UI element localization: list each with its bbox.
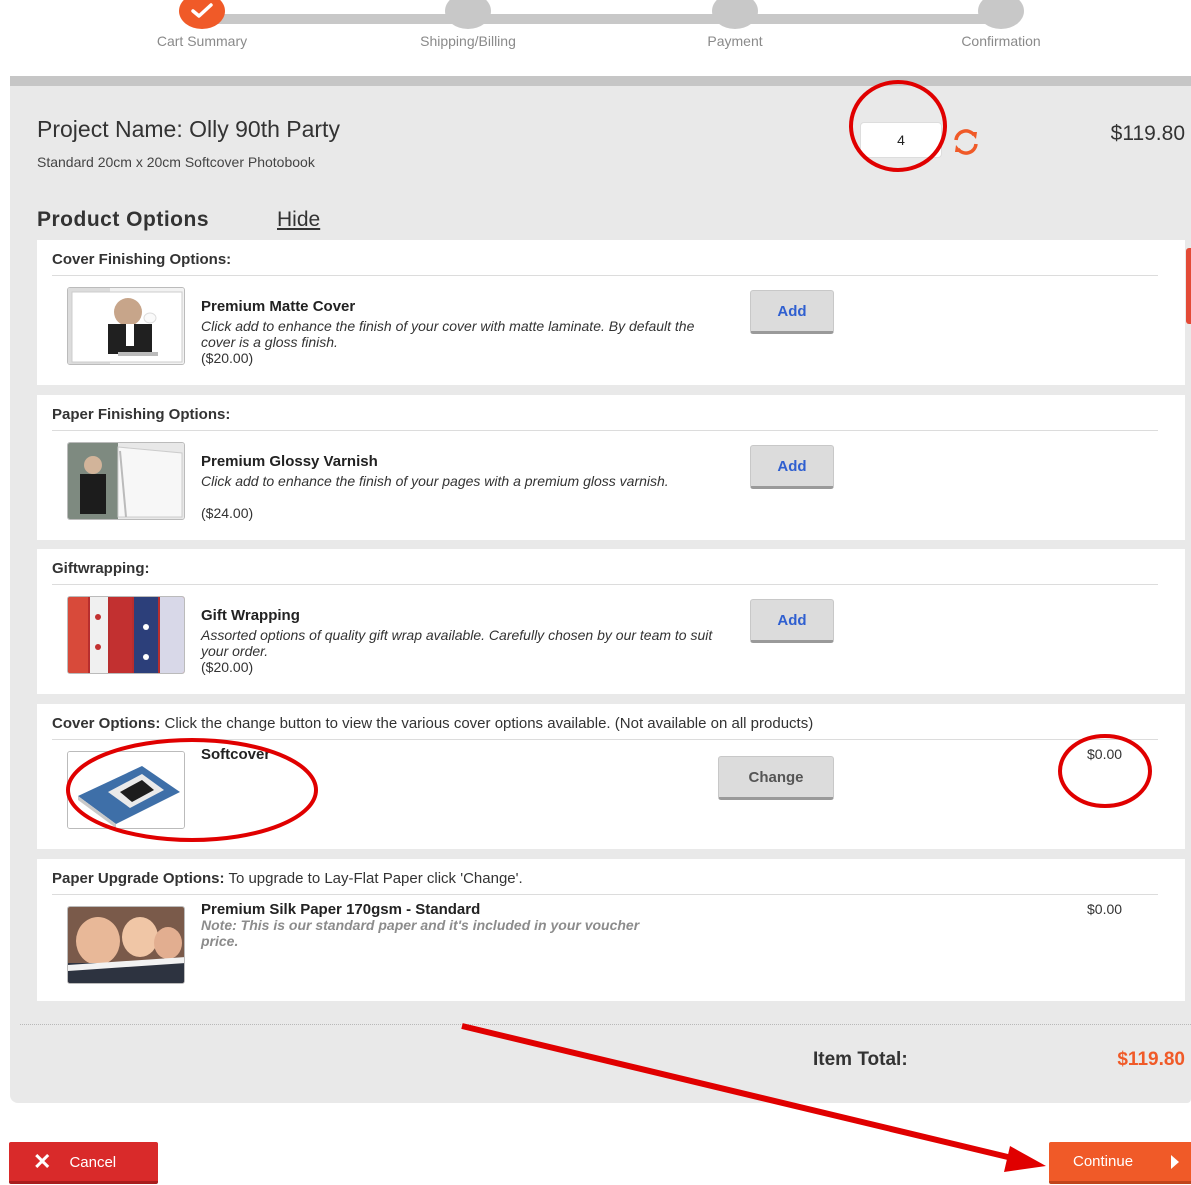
option-price: ($20.00) [201,659,254,675]
quantity-input[interactable] [860,122,942,158]
card-title: Cover Finishing Options: [52,251,232,268]
gift-wrap-image [68,597,184,673]
cart-item-panel: Project Name: Olly 90th Party Standard 2… [10,76,1191,1103]
option-name: Premium Matte Cover [201,298,356,315]
product-options-heading: Product Options [37,208,209,231]
paper-upgrade-price: $0.00 [1087,901,1123,917]
divider [52,894,1158,895]
card-title: Cover Options: Click the change button t… [52,715,814,732]
option-note: Note: This is our standard paper and it'… [201,917,640,949]
caret-right-icon [1171,1155,1179,1169]
option-price: ($24.00) [201,505,254,521]
cover-options-card: Cover Options: Click the change button t… [37,704,1185,849]
glossy-varnish-image [68,443,184,519]
option-name: Gift Wrapping [201,607,300,624]
paper-upgrade-card: Paper Upgrade Options: To upgrade to Lay… [37,859,1185,1001]
card-title-note: Click the change button to view the vari… [164,715,814,732]
project-price: $119.80 [1110,122,1185,145]
card-title-note: To upgrade to Lay-Flat Paper click 'Chan… [228,870,523,887]
option-name: Softcover [201,746,271,763]
silk-paper-thumbnail [67,906,185,984]
divider [52,430,1158,431]
gift-wrap-thumbnail [67,596,185,674]
card-title: Giftwrapping: [52,560,150,577]
divider [52,739,1158,740]
step-dot-active [179,0,225,29]
divider [52,584,1158,585]
option-name: Premium Glossy Varnish [201,453,378,470]
silk-paper-image [68,907,184,983]
glossy-varnish-thumbnail [67,442,185,520]
step-payment: Payment [635,0,835,49]
change-cover-button[interactable]: Change [718,756,834,800]
divider [52,275,1158,276]
cover-finishing-card: Cover Finishing Options: Premium Matte C… [37,240,1185,385]
project-title: Project Name: Olly 90th Party [37,116,340,142]
cover-option-price: $0.00 [1087,746,1123,762]
option-description: Click add to enhance the finish of your … [201,473,669,489]
matte-cover-thumbnail [67,287,185,365]
option-price: ($20.00) [201,350,254,366]
add-glossy-varnish-button[interactable]: Add [750,445,834,489]
add-matte-cover-button[interactable]: Add [750,290,834,334]
continue-label: Continue [1073,1153,1134,1170]
step-label: Cart Summary [156,33,248,49]
step-label: Confirmation [961,33,1041,49]
continue-button[interactable]: Continue [1049,1142,1191,1184]
total-divider [20,1024,1191,1025]
paper-finishing-card: Paper Finishing Options: Premium Glossy … [37,395,1185,540]
card-title: Paper Finishing Options: [52,406,231,423]
option-description: Assorted options of quality gift wrap av… [201,627,713,659]
step-label: Payment [707,33,763,49]
x-icon: ✕ [33,1148,52,1174]
hide-options-link[interactable]: Hide [277,208,320,232]
option-description: Click add to enhance the finish of your … [201,318,695,350]
softcover-thumbnail [67,751,185,829]
matte-cover-image [68,288,184,364]
cancel-label: Cancel [69,1153,117,1171]
card-title: Paper Upgrade Options: To upgrade to Lay… [52,870,523,887]
item-total-label: Item Total: [813,1049,908,1070]
step-dot [445,0,491,29]
add-gift-wrapping-button[interactable]: Add [750,599,834,643]
checkout-progress: Cart Summary Shipping/Billing Payment Co… [0,0,1191,76]
step-dot [712,0,758,29]
progress-track [203,14,1001,24]
step-shipping-billing: Shipping/Billing [368,0,568,49]
project-subtitle: Standard 20cm x 20cm Softcover Photobook [37,154,315,170]
refresh-icon[interactable] [950,126,982,158]
scroll-indicator[interactable] [1186,248,1191,324]
option-name: Premium Silk Paper 170gsm - Standard [201,901,481,918]
check-icon [191,3,213,18]
step-cart-summary: Cart Summary [102,0,302,49]
annotation-arrowhead [1004,1146,1046,1172]
item-total-value: $119.80 [1117,1049,1185,1070]
step-label: Shipping/Billing [420,33,516,49]
giftwrapping-card: Giftwrapping: Gift Wrapping Assorted opt… [37,549,1185,694]
softcover-image [68,752,184,828]
cancel-button[interactable]: ✕ Cancel [9,1142,158,1184]
step-dot [978,0,1024,29]
step-confirmation: Confirmation [901,0,1101,49]
